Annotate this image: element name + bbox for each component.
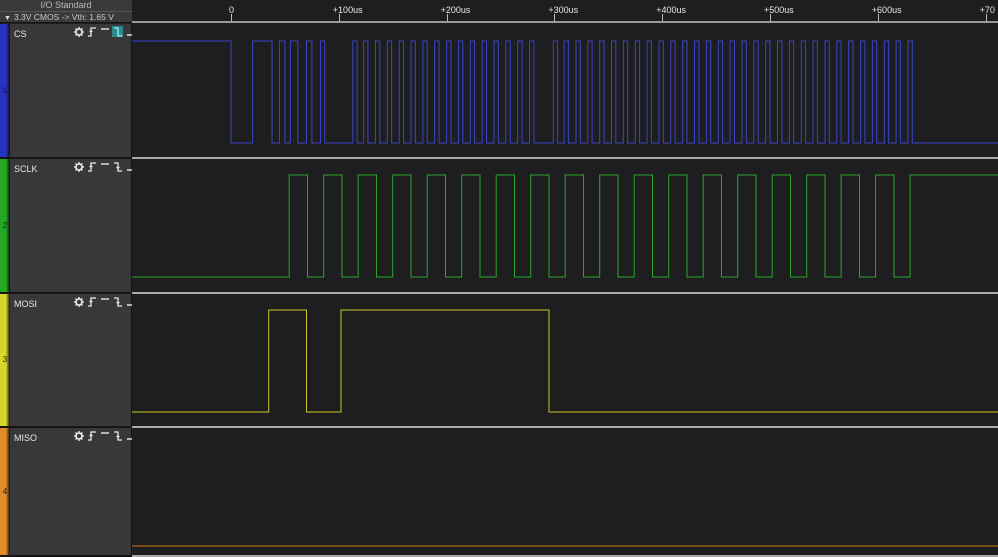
timeline-tick-label: +400us — [656, 5, 686, 15]
io-standard-value: 3.3V CMOS -> Vth: 1.65 V — [13, 12, 114, 22]
timeline-tick-label: +70 — [979, 5, 995, 15]
timeline-tick-label: +300us — [548, 5, 579, 15]
waveform-mosi[interactable] — [132, 294, 998, 428]
gear-icon[interactable] — [73, 161, 84, 172]
channel-controls — [73, 26, 136, 38]
channel-number: 4 — [2, 486, 8, 496]
channel-controls — [73, 161, 136, 173]
channel-name[interactable]: SCLK — [14, 164, 38, 174]
high-level-icon[interactable] — [99, 161, 110, 172]
timeline-tick-mark — [662, 14, 664, 21]
timeline-tick-label: +500us — [764, 5, 794, 15]
high-level-icon[interactable] — [99, 26, 110, 37]
waveform-svg — [132, 309, 998, 413]
timeline-tick-mark — [554, 14, 556, 21]
timeline-ruler[interactable]: 0 +100us +200us +300us +400us +500us +600us +70 — [132, 0, 998, 23]
timeline-tick-label: +200us — [440, 5, 471, 15]
timeline-tick-label: +600us — [871, 5, 902, 15]
timeline-tick-label: +100us — [332, 5, 363, 15]
channel-name[interactable]: CS — [14, 29, 27, 39]
timeline-tick-mark — [338, 14, 340, 21]
gear-icon[interactable] — [73, 296, 84, 307]
high-level-icon[interactable] — [99, 296, 110, 307]
signal-trace-cs — [132, 40, 998, 144]
waveform-sclk[interactable] — [132, 159, 998, 294]
dropdown-arrow-icon[interactable]: ▼ — [4, 15, 11, 22]
channel-panel-cs[interactable]: 1 CS — [0, 24, 135, 159]
channel-name[interactable]: MISO — [14, 433, 37, 443]
channel-panel-miso[interactable]: 4 MISO — [0, 428, 135, 557]
high-level-icon[interactable] — [99, 430, 110, 441]
falling-edge-icon[interactable] — [112, 296, 123, 307]
timeline-tick-mark — [231, 14, 232, 21]
waveform-svg — [132, 40, 998, 144]
io-standard-dropdown[interactable]: ▼ 3.3V CMOS -> Vth: 1.65 V — [4, 12, 132, 23]
waveform-svg — [132, 545, 998, 547]
channel-name[interactable]: MOSI — [14, 299, 37, 309]
signal-trace-mosi — [132, 309, 998, 413]
timeline-tick-mark — [877, 14, 879, 21]
timeline-tick-label: 0 — [229, 5, 235, 15]
channel-number: 2 — [2, 220, 8, 230]
timeline-tick-mark — [446, 14, 448, 21]
gear-icon[interactable] — [73, 430, 84, 441]
waveform-svg — [132, 174, 998, 278]
io-standard-panel: I/O Standard ▼ 3.3V CMOS -> Vth: 1.65 V — [0, 0, 132, 23]
falling-edge-icon[interactable] — [112, 161, 123, 172]
channel-panel-mosi[interactable]: 3 MOSI — [0, 294, 135, 428]
timeline-tick-mark — [770, 14, 771, 21]
rising-edge-icon[interactable] — [86, 26, 97, 37]
decoder-icon[interactable] — [112, 26, 123, 37]
channel-controls — [73, 430, 136, 442]
rising-edge-icon[interactable] — [86, 296, 97, 307]
signal-trace-sclk — [132, 174, 998, 278]
channel-number: 1 — [2, 85, 8, 95]
rising-edge-icon[interactable] — [86, 430, 97, 441]
io-standard-title: I/O Standard — [0, 0, 132, 12]
gear-icon[interactable] — [73, 26, 84, 37]
timeline-tick-mark — [985, 14, 987, 21]
channel-number: 3 — [2, 355, 8, 364]
channel-controls — [73, 296, 136, 308]
waveform-miso[interactable] — [132, 428, 998, 557]
channel-panel-sclk[interactable]: 2 SCLK — [0, 159, 135, 294]
rising-edge-icon[interactable] — [86, 161, 97, 172]
waveform-cs[interactable] — [132, 24, 998, 159]
falling-edge-icon[interactable] — [112, 430, 123, 441]
